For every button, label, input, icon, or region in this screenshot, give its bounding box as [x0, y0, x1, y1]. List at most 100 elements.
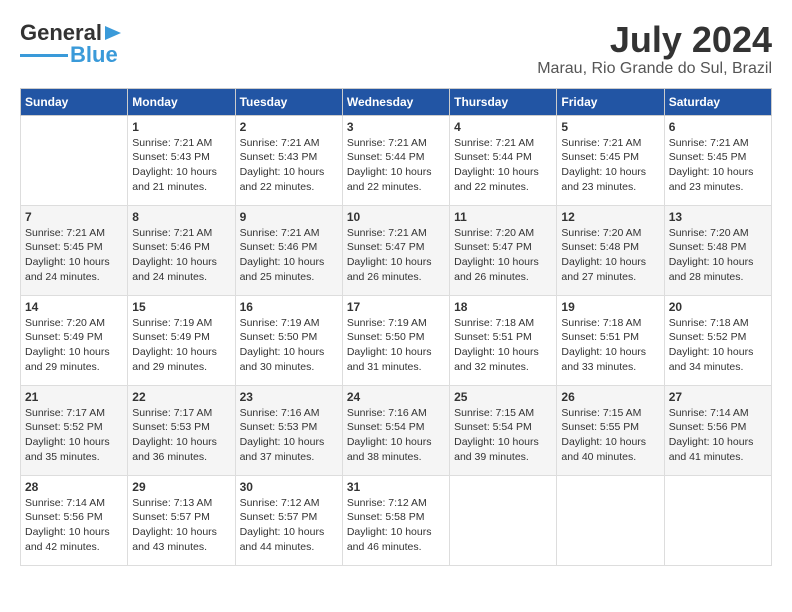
day-info: Sunrise: 7:21 AM Sunset: 5:44 PM Dayligh… [454, 136, 552, 195]
calendar-cell: 31Sunrise: 7:12 AM Sunset: 5:58 PM Dayli… [342, 475, 449, 565]
calendar-cell: 22Sunrise: 7:17 AM Sunset: 5:53 PM Dayli… [128, 385, 235, 475]
page-title: July 2024 [537, 20, 772, 60]
calendar-week-row: 21 Sunrise: 7:17 AM Sunset: 5:52 PM Dayli… [21, 385, 772, 475]
calendar-cell: 11 Sunrise: 7:20 AM Sunset: 5:47 PM Dayli… [450, 205, 557, 295]
day-number: 20 [669, 300, 767, 314]
day-number: 6 [669, 120, 767, 134]
day-number: 13 [669, 210, 767, 224]
day-info: Sunrise: 7:21 AM Sunset: 5:45 PM Dayligh… [669, 136, 767, 195]
day-number: 31 [347, 480, 445, 494]
day-number: 21 [25, 390, 123, 404]
day-number: 11 [454, 210, 552, 224]
day-info: Sunrise: 7:19 AM Sunset: 5:49 PM Dayligh… [132, 316, 230, 375]
day-info: Sunrise: 7:18 AM Sunset: 5:51 PM Dayligh… [561, 316, 659, 375]
day-number: 8 [132, 210, 230, 224]
day-number: 9 [240, 210, 338, 224]
day-info: Sunrise: 7:21 AM Sunset: 5:46 PM Dayligh… [132, 226, 230, 285]
calendar-day-header: Friday [557, 88, 664, 115]
day-number: 22 [132, 390, 230, 404]
day-info: Sunrise: 7:17 AM Sunset: 5:52 PM Dayligh… [25, 406, 123, 465]
day-number: 4 [454, 120, 552, 134]
day-number: 27 [669, 390, 767, 404]
calendar-cell: 15Sunrise: 7:19 AM Sunset: 5:49 PM Dayli… [128, 295, 235, 385]
day-info: Sunrise: 7:12 AM Sunset: 5:57 PM Dayligh… [240, 496, 338, 555]
day-number: 10 [347, 210, 445, 224]
page-subtitle: Marau, Rio Grande do Sul, Brazil [537, 60, 772, 78]
day-number: 19 [561, 300, 659, 314]
day-number: 17 [347, 300, 445, 314]
calendar-cell: 5 Sunrise: 7:21 AM Sunset: 5:45 PM Daylig… [557, 115, 664, 205]
logo-arrow-icon [103, 22, 125, 44]
calendar-cell: 12 Sunrise: 7:20 AM Sunset: 5:48 PM Dayli… [557, 205, 664, 295]
calendar-cell: 29 Sunrise: 7:13 AM Sunset: 5:57 PM Dayli… [128, 475, 235, 565]
calendar-cell: 1Sunrise: 7:21 AM Sunset: 5:43 PM Daylig… [128, 115, 235, 205]
calendar-cell [557, 475, 664, 565]
calendar-cell: 28Sunrise: 7:14 AM Sunset: 5:56 PM Dayli… [21, 475, 128, 565]
day-number: 2 [240, 120, 338, 134]
calendar-week-row: 7Sunrise: 7:21 AM Sunset: 5:45 PM Daylig… [21, 205, 772, 295]
calendar-cell: 30 Sunrise: 7:12 AM Sunset: 5:57 PM Dayli… [235, 475, 342, 565]
logo-blue: Blue [70, 42, 118, 68]
calendar-day-header: Tuesday [235, 88, 342, 115]
logo: General Blue [20, 20, 125, 68]
day-number: 25 [454, 390, 552, 404]
day-number: 28 [25, 480, 123, 494]
day-info: Sunrise: 7:18 AM Sunset: 5:52 PM Dayligh… [669, 316, 767, 375]
day-info: Sunrise: 7:20 AM Sunset: 5:47 PM Dayligh… [454, 226, 552, 285]
calendar-cell [664, 475, 771, 565]
calendar-cell: 17 Sunrise: 7:19 AM Sunset: 5:50 PM Dayli… [342, 295, 449, 385]
day-info: Sunrise: 7:19 AM Sunset: 5:50 PM Dayligh… [240, 316, 338, 375]
day-number: 12 [561, 210, 659, 224]
day-info: Sunrise: 7:18 AM Sunset: 5:51 PM Dayligh… [454, 316, 552, 375]
day-info: Sunrise: 7:21 AM Sunset: 5:45 PM Dayligh… [561, 136, 659, 195]
day-info: Sunrise: 7:20 AM Sunset: 5:49 PM Dayligh… [25, 316, 123, 375]
calendar-cell: 9 Sunrise: 7:21 AM Sunset: 5:46 PM Daylig… [235, 205, 342, 295]
day-info: Sunrise: 7:16 AM Sunset: 5:53 PM Dayligh… [240, 406, 338, 465]
day-info: Sunrise: 7:21 AM Sunset: 5:43 PM Dayligh… [240, 136, 338, 195]
day-info: Sunrise: 7:19 AM Sunset: 5:50 PM Dayligh… [347, 316, 445, 375]
day-number: 16 [240, 300, 338, 314]
day-number: 30 [240, 480, 338, 494]
day-info: Sunrise: 7:21 AM Sunset: 5:44 PM Dayligh… [347, 136, 445, 195]
title-block: July 2024 Marau, Rio Grande do Sul, Braz… [537, 20, 772, 78]
calendar-cell: 27 Sunrise: 7:14 AM Sunset: 5:56 PM Dayli… [664, 385, 771, 475]
calendar-day-header: Wednesday [342, 88, 449, 115]
calendar-cell: 23 Sunrise: 7:16 AM Sunset: 5:53 PM Dayli… [235, 385, 342, 475]
calendar-day-header: Sunday [21, 88, 128, 115]
calendar-week-row: 1Sunrise: 7:21 AM Sunset: 5:43 PM Daylig… [21, 115, 772, 205]
calendar-cell: 4 Sunrise: 7:21 AM Sunset: 5:44 PM Daylig… [450, 115, 557, 205]
day-info: Sunrise: 7:21 AM Sunset: 5:43 PM Dayligh… [132, 136, 230, 195]
day-info: Sunrise: 7:14 AM Sunset: 5:56 PM Dayligh… [669, 406, 767, 465]
day-info: Sunrise: 7:15 AM Sunset: 5:54 PM Dayligh… [454, 406, 552, 465]
day-info: Sunrise: 7:16 AM Sunset: 5:54 PM Dayligh… [347, 406, 445, 465]
day-number: 3 [347, 120, 445, 134]
calendar-cell: 7Sunrise: 7:21 AM Sunset: 5:45 PM Daylig… [21, 205, 128, 295]
calendar-cell: 16 Sunrise: 7:19 AM Sunset: 5:50 PM Dayli… [235, 295, 342, 385]
day-number: 29 [132, 480, 230, 494]
day-info: Sunrise: 7:13 AM Sunset: 5:57 PM Dayligh… [132, 496, 230, 555]
calendar-table: SundayMondayTuesdayWednesdayThursdayFrid… [20, 88, 772, 566]
calendar-cell: 20 Sunrise: 7:18 AM Sunset: 5:52 PM Dayli… [664, 295, 771, 385]
calendar-cell: 13 Sunrise: 7:20 AM Sunset: 5:48 PM Dayli… [664, 205, 771, 295]
calendar-cell: 3 Sunrise: 7:21 AM Sunset: 5:44 PM Daylig… [342, 115, 449, 205]
calendar-cell [450, 475, 557, 565]
calendar-week-row: 28Sunrise: 7:14 AM Sunset: 5:56 PM Dayli… [21, 475, 772, 565]
calendar-cell [21, 115, 128, 205]
calendar-cell: 25 Sunrise: 7:15 AM Sunset: 5:54 PM Dayli… [450, 385, 557, 475]
day-number: 18 [454, 300, 552, 314]
calendar-day-header: Saturday [664, 88, 771, 115]
day-number: 24 [347, 390, 445, 404]
calendar-cell: 21 Sunrise: 7:17 AM Sunset: 5:52 PM Dayli… [21, 385, 128, 475]
calendar-week-row: 14 Sunrise: 7:20 AM Sunset: 5:49 PM Dayli… [21, 295, 772, 385]
day-number: 14 [25, 300, 123, 314]
calendar-day-header: Thursday [450, 88, 557, 115]
day-info: Sunrise: 7:15 AM Sunset: 5:55 PM Dayligh… [561, 406, 659, 465]
day-info: Sunrise: 7:21 AM Sunset: 5:45 PM Dayligh… [25, 226, 123, 285]
day-number: 23 [240, 390, 338, 404]
day-info: Sunrise: 7:20 AM Sunset: 5:48 PM Dayligh… [669, 226, 767, 285]
calendar-day-header: Monday [128, 88, 235, 115]
day-info: Sunrise: 7:21 AM Sunset: 5:46 PM Dayligh… [240, 226, 338, 285]
day-number: 5 [561, 120, 659, 134]
calendar-cell: 14 Sunrise: 7:20 AM Sunset: 5:49 PM Dayli… [21, 295, 128, 385]
day-info: Sunrise: 7:20 AM Sunset: 5:48 PM Dayligh… [561, 226, 659, 285]
